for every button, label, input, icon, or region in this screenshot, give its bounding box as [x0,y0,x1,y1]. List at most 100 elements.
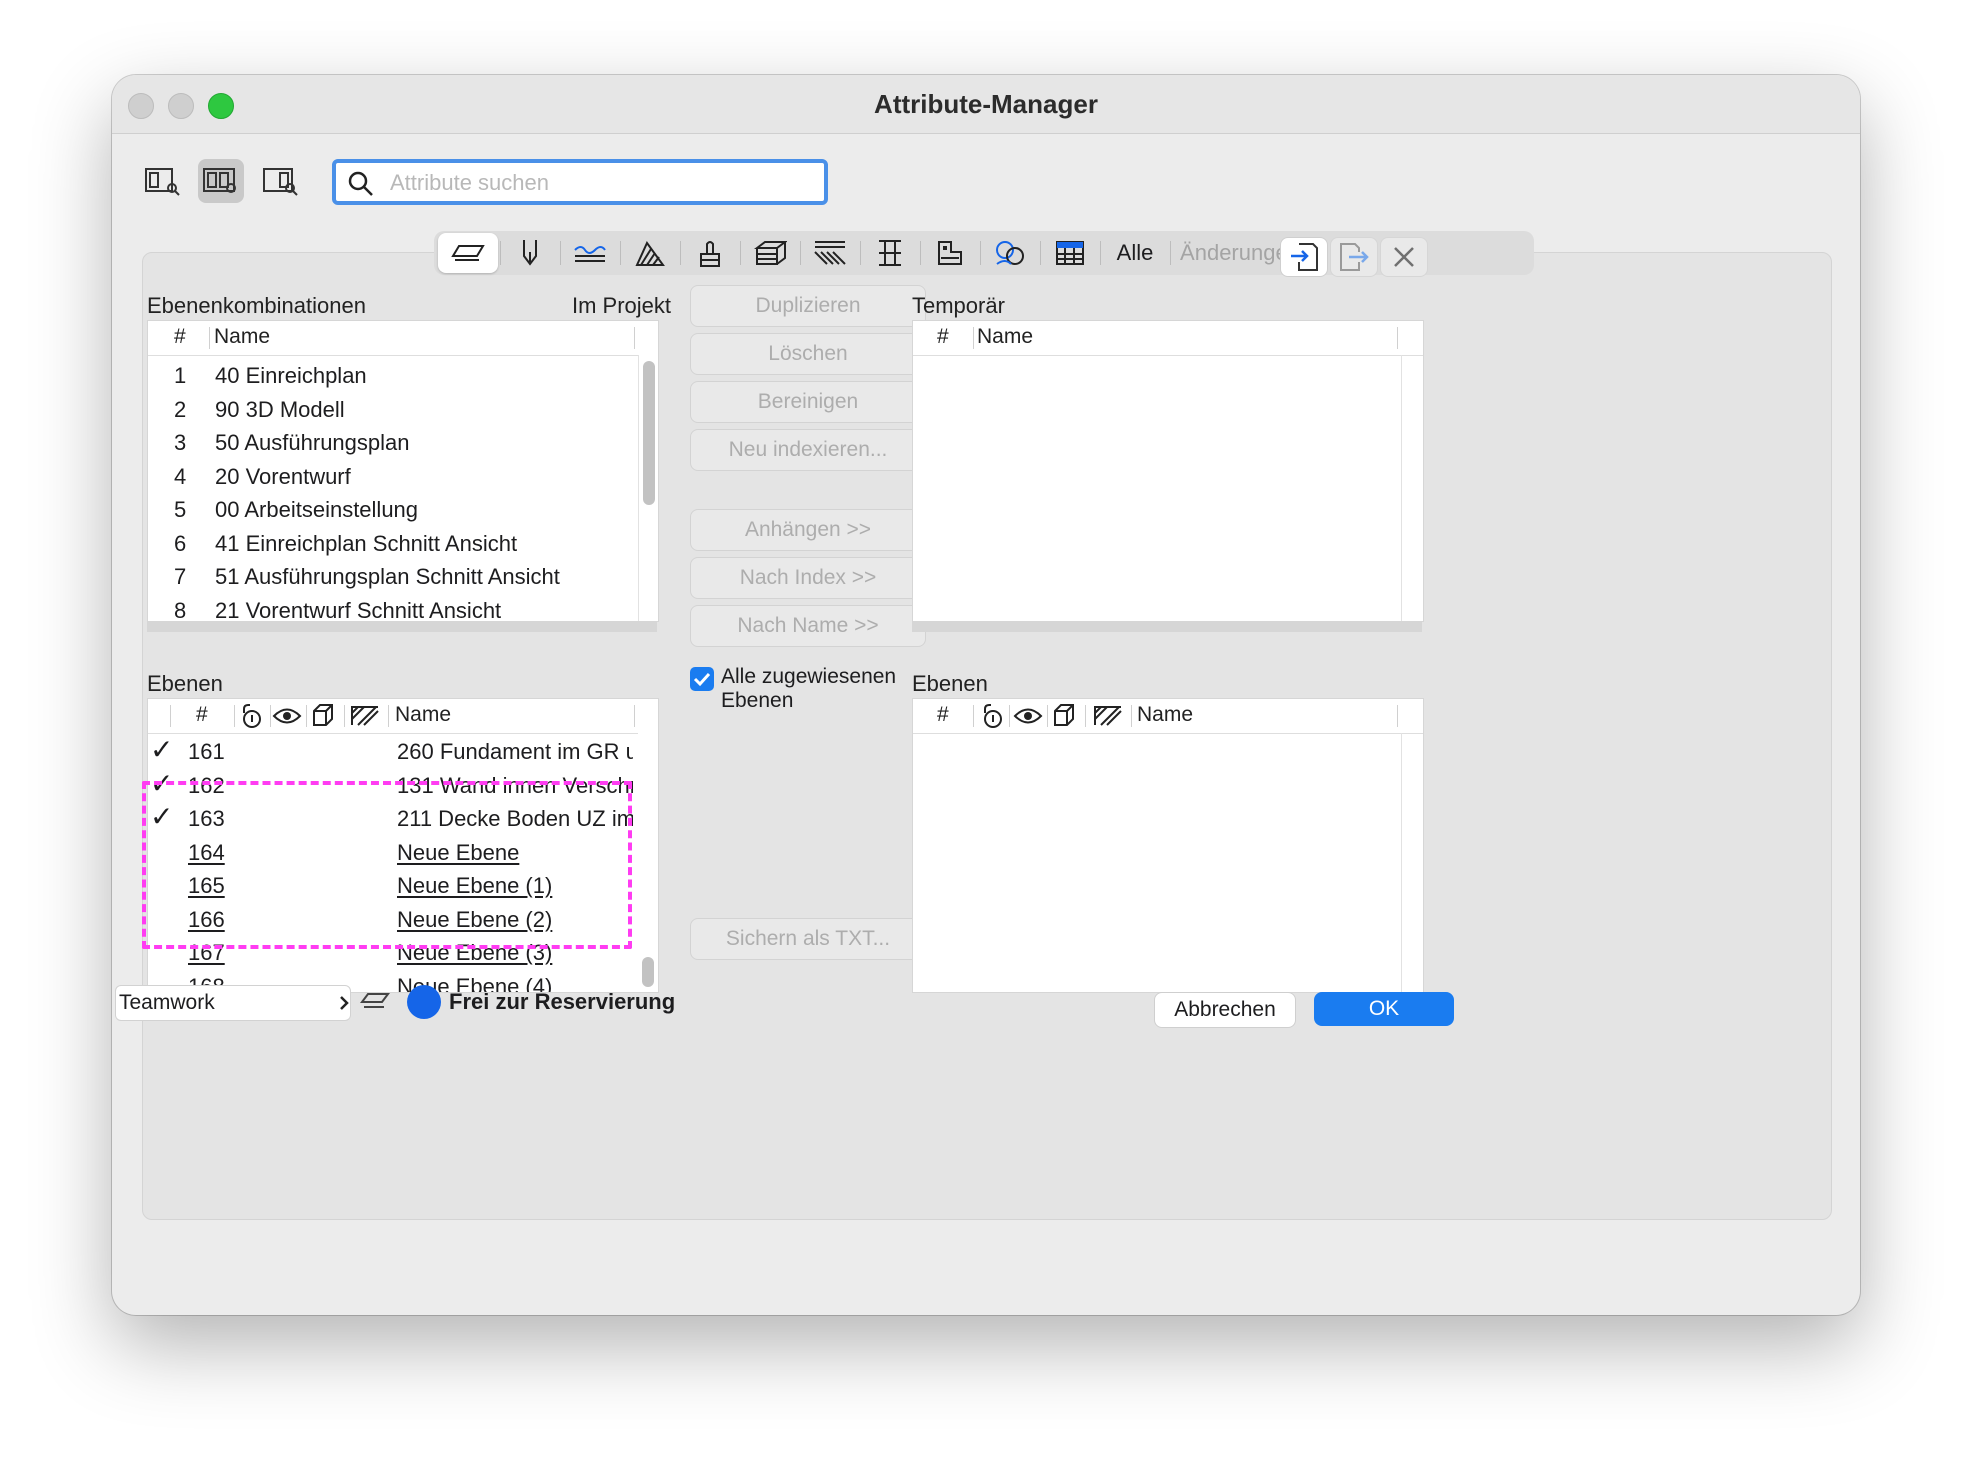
by-name-button[interactable]: Nach Name >> [690,605,926,647]
view-right-panel-icon[interactable] [258,159,304,203]
row-name: 00 Arbeitseinstellung [215,497,419,522]
temp-title: Temporär [912,293,1005,318]
profiles-tab-icon[interactable] [800,231,860,275]
row-name: 40 Einreichplan [215,363,367,388]
row-number: 6 [174,530,187,556]
table-row[interactable]: 8 21 Vorentwurf Schnitt Ansicht [148,590,636,622]
combos-splitter[interactable] [147,622,657,632]
col-name-header[interactable]: Name [977,325,1033,349]
layers-scrollbar[interactable] [638,733,658,992]
import-button[interactable] [1280,237,1328,277]
close-file-button[interactable] [1380,237,1428,277]
cancel-button[interactable]: Abbrechen [1154,992,1296,1028]
fills-tab-icon[interactable] [620,231,680,275]
temp-splitter[interactable] [912,622,1422,632]
lock-column-icon[interactable] [977,703,1005,729]
purge-button[interactable]: Bereinigen [690,381,926,423]
lock-column-icon[interactable] [236,703,264,729]
combos-title: Ebenenkombinationen [147,293,366,318]
table-header: # Name [913,321,1423,356]
zones-tab-icon[interactable] [860,231,920,275]
title-bar: Attribute-Manager [112,75,1860,134]
layers-icon [360,993,390,1008]
reindex-button[interactable]: Neu indexieren... [690,429,926,471]
visibility-column-icon[interactable] [272,705,302,727]
mep-systems-tab-icon[interactable] [980,231,1040,275]
export-button[interactable] [1330,237,1378,277]
row-number: 161 [188,739,225,764]
search-field[interactable] [332,159,828,205]
row-name: 50 Ausführungsplan [215,430,410,455]
col-number-header[interactable]: # [937,325,949,349]
wireframe-column-icon[interactable] [310,703,336,729]
all-tab[interactable]: Alle [1100,231,1170,275]
attribute-manager-window: Attribute-Manager Attribute suchen Alle … [112,75,1860,1315]
row-number: 2 [174,396,187,422]
intersection-group-column-icon[interactable] [1093,705,1123,727]
layer-combinations-table: # Name 1 40 Einreichplan 2 90 3D Modell 3 50 … [147,320,659,622]
row-number: 7 [174,564,187,589]
layers-title: Ebenen [147,671,223,696]
window-title: Attribute-Manager [874,89,1098,119]
row-number: 1 [174,363,187,388]
status-dot-icon [407,985,441,1019]
table-header: # Name [913,699,1423,734]
surfaces-tab-icon[interactable] [920,231,980,275]
row-name: 260 Fundament im GR unsic [397,739,633,764]
reservation-status: Frei zur Reservierung [449,989,676,1014]
search-input[interactable] [388,167,812,199]
duplicate-button[interactable]: Duplizieren [690,285,926,327]
col-number-header[interactable]: # [196,703,208,727]
composites-tab-icon[interactable] [680,231,740,275]
right-layers-table: # Name [912,698,1424,993]
by-index-button[interactable]: Nach Index >> [690,557,926,599]
col-name-header[interactable]: Name [214,325,270,349]
temporary-table: # Name [912,320,1424,622]
checkmark-icon: ✓ [150,734,174,765]
export-icon [1340,243,1369,271]
chevron-right-icon [340,996,349,1010]
teamwork-dropdown[interactable]: Teamwork [115,985,351,1021]
row-name: 20 Vorentwurf [215,463,351,489]
save-as-txt-button[interactable]: Sichern als TXT... [690,918,926,960]
row-number: 4 [174,463,187,489]
col-number-header[interactable]: # [174,325,186,349]
close-icon [1394,247,1414,267]
highlight-annotation-box [142,781,632,949]
row-number: 3 [174,430,187,455]
delete-button[interactable]: Löschen [690,333,926,375]
view-left-panel-icon[interactable] [140,159,186,203]
col-name-header[interactable]: Name [1137,703,1193,727]
view-both-panels-icon[interactable] [198,159,244,203]
col-name-header[interactable]: Name [395,703,451,727]
combos-scrollbar[interactable] [638,355,658,621]
pens-tab-icon[interactable] [500,231,560,275]
intersection-group-column-icon[interactable] [350,705,380,727]
teamwork-label: Teamwork [119,991,215,1014]
table-header: # Name [148,321,658,356]
line-types-tab-icon[interactable] [560,231,620,275]
checkmark-icon [693,672,711,687]
ok-button[interactable]: OK [1314,992,1454,1026]
all-assigned-checkbox[interactable] [690,667,714,691]
visibility-column-icon[interactable] [1013,705,1043,727]
layers-scroll-thumb[interactable] [642,957,654,987]
layers-tab-icon[interactable] [438,233,498,273]
row-name: 90 3D Modell [215,396,345,422]
append-button[interactable]: Anhängen >> [690,509,926,551]
wireframe-column-icon[interactable] [1051,703,1077,729]
all-assigned-label[interactable]: Alle zugewiesenen Ebenen [721,665,901,713]
row-number: 8 [174,597,187,622]
row-number: 5 [174,497,187,522]
combos-scroll-thumb[interactable] [643,361,655,505]
right-layers-title: Ebenen [912,671,988,696]
import-icon [1291,243,1318,271]
building-materials-tab-icon[interactable] [740,231,800,275]
row-name: 41 Einreichplan Schnitt Ansicht [215,530,518,556]
markup-styles-tab-icon[interactable] [1040,231,1100,275]
table-header: # Name [148,699,658,734]
project-label: Im Projekt [572,293,672,318]
col-number-header[interactable]: # [937,703,949,727]
search-icon [348,171,373,196]
row-name: 51 Ausführungsplan Schnitt Ansicht [215,564,560,589]
